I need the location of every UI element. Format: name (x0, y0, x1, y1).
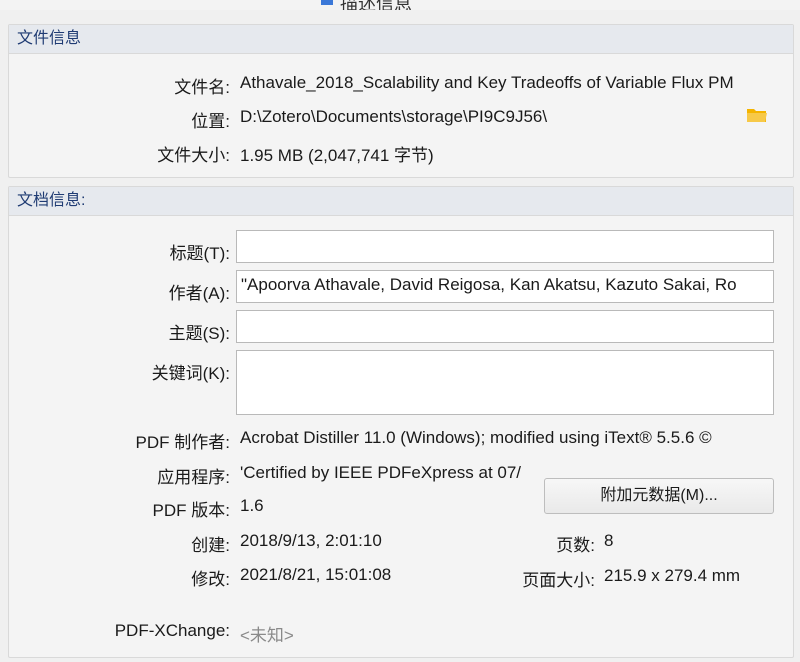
subject-label: 主题(S): (168, 324, 230, 343)
pdfxchange-label: PDF-XChange: (114, 621, 230, 640)
author-label: 作者(A): (168, 284, 230, 303)
window-titlebar: 描述信息 (0, 0, 800, 10)
keywords-label: 关键词(K): (151, 364, 230, 383)
author-input[interactable]: "Apoorva Athavale, David Reigosa, Kan Ak… (236, 270, 774, 303)
application-value: 'Certified by IEEE PDFeXpress at 07/ (240, 463, 522, 482)
page-size-value: 215.9 x 279.4 mm (604, 566, 741, 585)
title-label: 标题(T): (169, 244, 230, 263)
pages-value: 8 (604, 531, 614, 550)
modified-label: 修改: (191, 570, 230, 589)
pages-label: 页数: (556, 536, 595, 555)
modified-value: 2021/8/21, 15:01:08 (240, 565, 392, 584)
pdf-version-value: 1.6 (240, 496, 264, 515)
filename-value: Athavale_2018_Scalability and Key Tradeo… (240, 73, 734, 92)
subject-input[interactable] (236, 310, 774, 343)
filename-label: 文件名: (174, 78, 230, 97)
application-label: 应用程序: (157, 468, 230, 487)
pdf-version-label: PDF 版本: (152, 501, 230, 520)
location-label: 位置: (191, 112, 230, 131)
folder-icon[interactable] (746, 106, 768, 124)
created-label: 创建: (191, 536, 230, 555)
pdfxchange-value: <未知> (240, 626, 294, 645)
document-info-icon (321, 0, 333, 5)
page-size-label: 页面大小: (522, 571, 595, 590)
document-info-header: 文档信息: (9, 187, 793, 216)
location-value: D:\Zotero\Documents\storage\PI9C9J56\ (240, 107, 548, 126)
window-title: 描述信息 (340, 0, 412, 10)
producer-value: Acrobat Distiller 11.0 (Windows); modifi… (240, 428, 712, 447)
created-value: 2018/9/13, 2:01:10 (240, 531, 382, 550)
keywords-input[interactable] (236, 350, 774, 415)
title-input[interactable] (236, 230, 774, 263)
filesize-value: 1.95 MB (2,047,741 字节) (240, 146, 434, 165)
additional-metadata-button[interactable]: 附加元数据(M)... (544, 478, 774, 514)
file-info-header: 文件信息 (9, 25, 793, 54)
producer-label: PDF 制作者: (135, 433, 230, 452)
filesize-label: 文件大小: (157, 146, 230, 165)
